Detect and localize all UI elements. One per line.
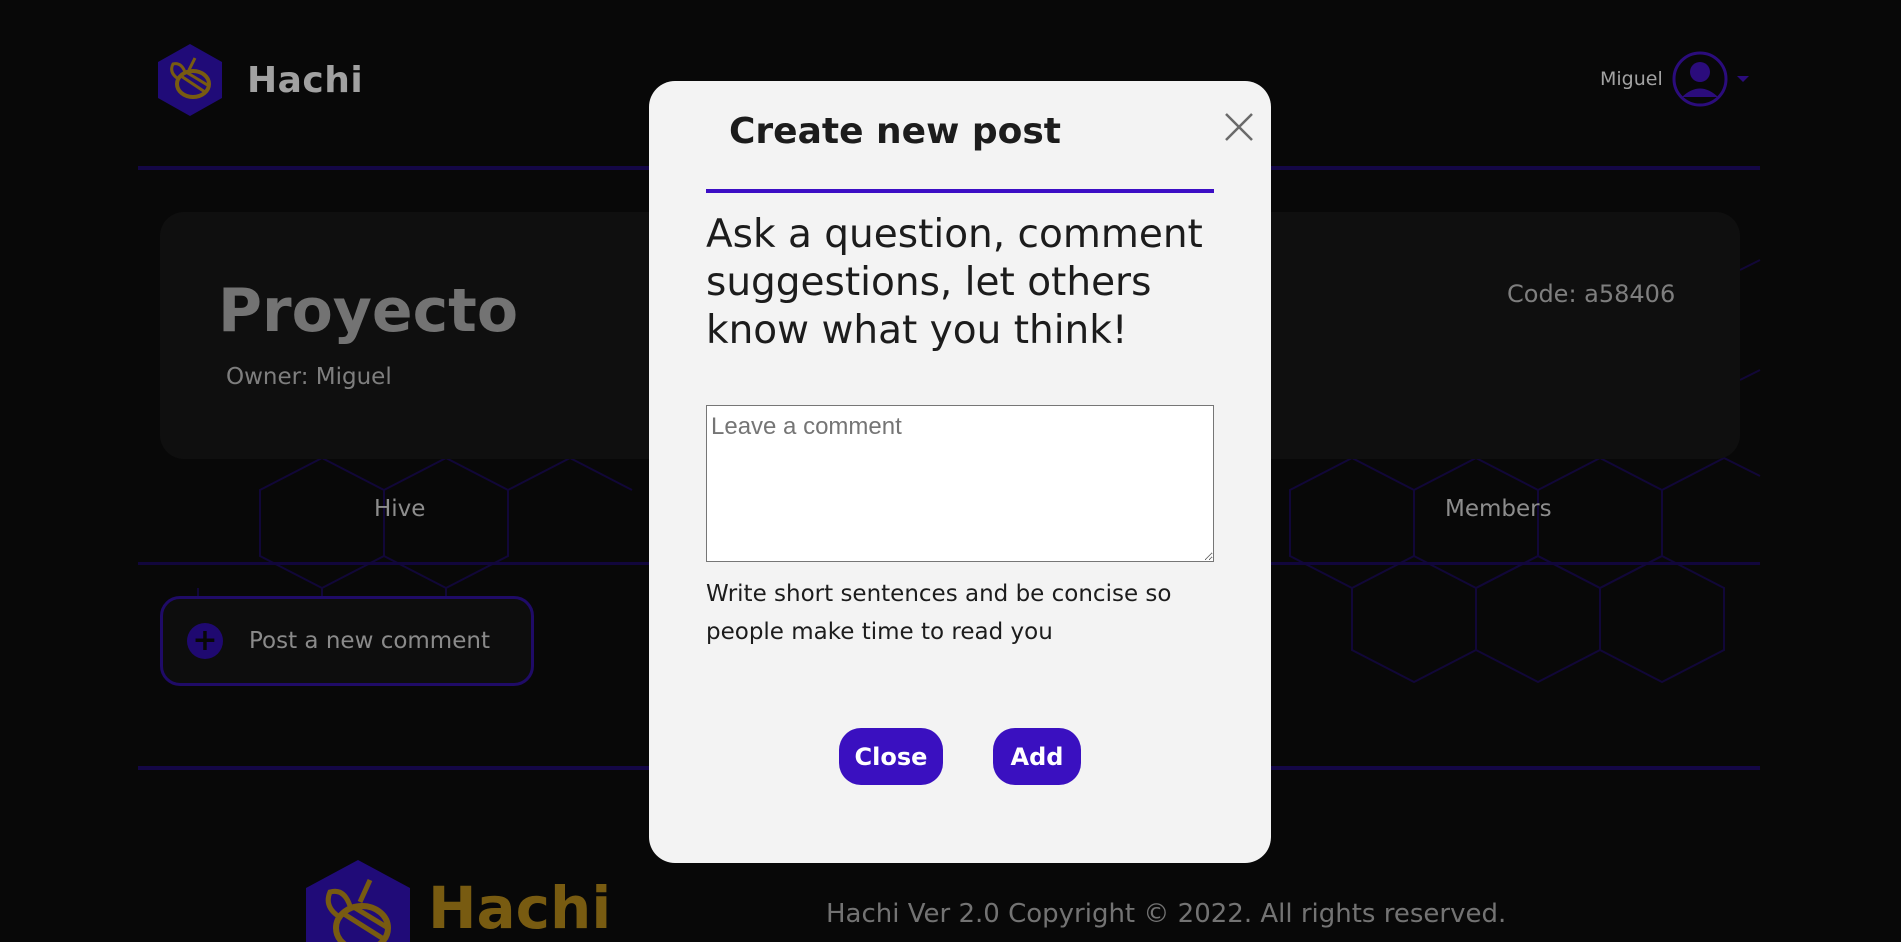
page: Hachi Miguel Proyecto Owner: Miguel Code… bbox=[0, 0, 1901, 942]
comment-textarea[interactable] bbox=[706, 405, 1214, 562]
modal-title-rule bbox=[706, 189, 1214, 193]
close-x-icon[interactable] bbox=[1223, 111, 1255, 143]
modal-title: Create new post bbox=[729, 111, 1062, 152]
create-post-modal: Create new post Ask a question, comment … bbox=[649, 81, 1271, 863]
modal-hint: Write short sentences and be concise so … bbox=[706, 581, 1172, 645]
close-button[interactable]: Close bbox=[839, 728, 943, 785]
modal-prompt: Ask a question, comment suggestions, let… bbox=[706, 212, 1203, 353]
add-button[interactable]: Add bbox=[993, 728, 1081, 785]
